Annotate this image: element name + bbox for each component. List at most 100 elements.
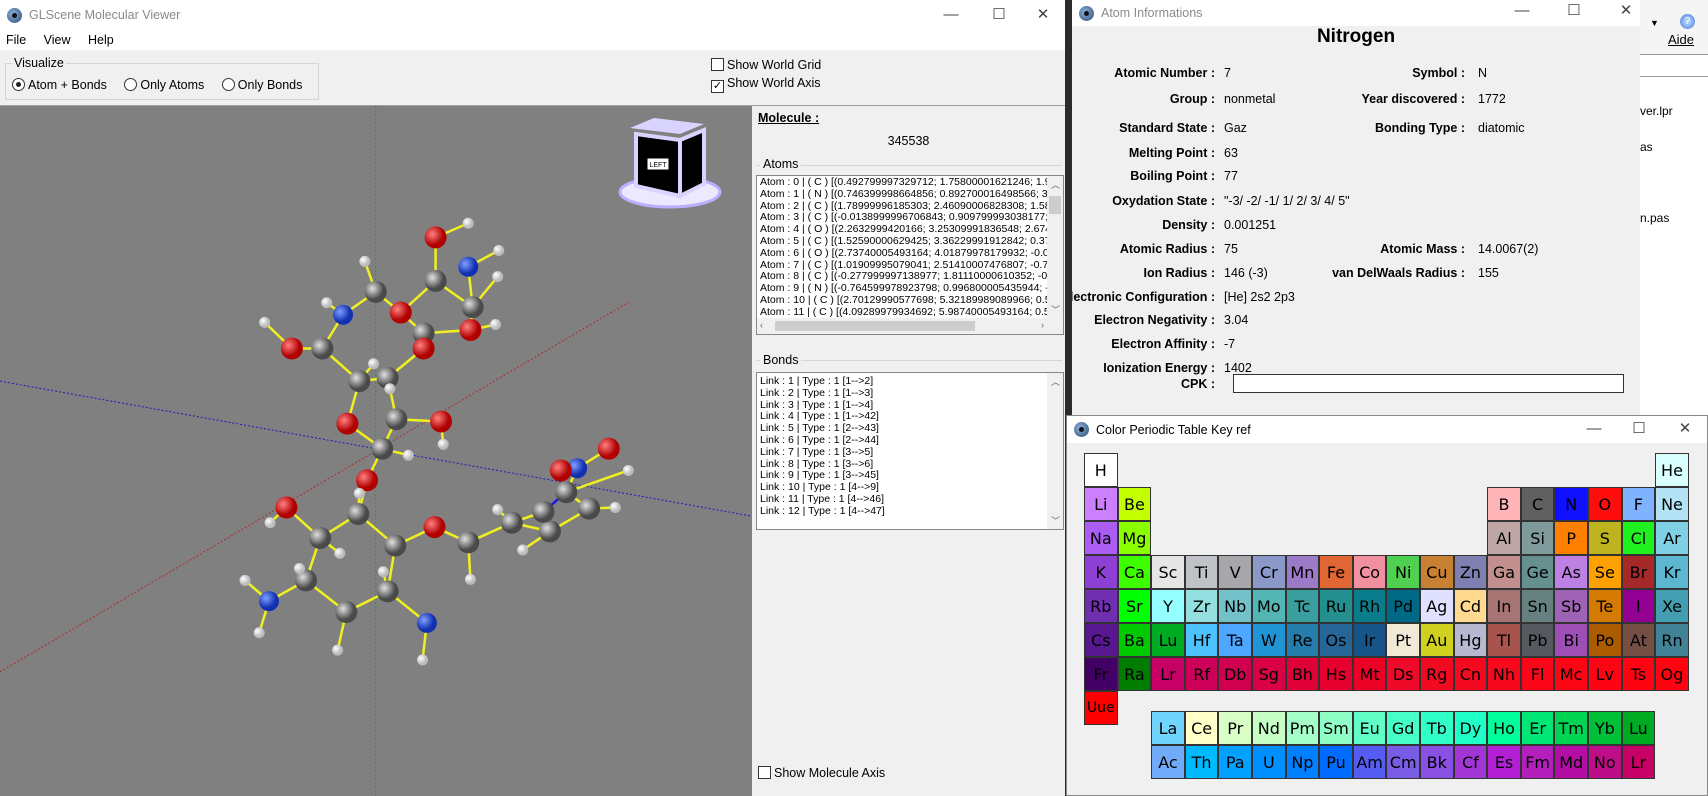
element-cell-ra[interactable]: Ra (1117, 657, 1152, 691)
element-cell-rf[interactable]: Rf (1184, 657, 1219, 691)
element-cell-ag[interactable]: Ag (1420, 589, 1454, 623)
element-cell-k[interactable]: K (1084, 555, 1118, 589)
element-cell-in[interactable]: In (1487, 589, 1521, 623)
help-button[interactable]: Aide (1668, 32, 1694, 47)
element-cell-si[interactable]: Si (1520, 521, 1555, 555)
element-cell-ho[interactable]: Ho (1487, 711, 1521, 745)
atom-list-item[interactable]: Atom : 6 | ( O ) [(2.73740005493164; 4.0… (757, 247, 1063, 260)
element-cell-s[interactable]: S (1588, 521, 1622, 555)
show-molecule-axis-checkbox[interactable]: Show Molecule Axis (758, 766, 885, 780)
element-cell-bh[interactable]: Bh (1285, 657, 1320, 691)
element-cell-mt[interactable]: Mt (1352, 657, 1387, 691)
atom-list-item[interactable]: Atom : 11 | ( C ) [(4.09289979934692; 5.… (757, 306, 1063, 319)
element-cell-lr[interactable]: Lr (1621, 745, 1656, 779)
element-cell-ts[interactable]: Ts (1621, 657, 1656, 691)
element-cell-v[interactable]: V (1218, 555, 1252, 589)
radio-only-atoms[interactable]: Only Atoms (124, 78, 204, 92)
element-cell-pd[interactable]: Pd (1386, 589, 1420, 623)
file-item[interactable]: as (1640, 140, 1653, 154)
dropdown-arrow-icon[interactable]: ▼ (1650, 18, 1659, 28)
bond-list-item[interactable]: Link : 6 | Type : 1 [2-->44] (757, 434, 1063, 447)
element-cell-i[interactable]: I (1621, 589, 1656, 623)
element-cell-fe[interactable]: Fe (1319, 555, 1353, 589)
element-cell-o[interactable]: O (1588, 487, 1622, 521)
show-world-grid-checkbox[interactable]: Show World Grid (711, 58, 821, 72)
element-cell-re[interactable]: Re (1285, 623, 1320, 657)
element-cell-at[interactable]: At (1621, 623, 1656, 657)
element-cell-rh[interactable]: Rh (1352, 589, 1387, 623)
element-cell-uue[interactable]: Uue (1084, 691, 1118, 725)
menu-file[interactable]: File (6, 33, 26, 47)
element-cell-dy[interactable]: Dy (1453, 711, 1488, 745)
atoms-vertical-scrollbar[interactable]: ︿ ﹀ (1047, 176, 1063, 334)
element-cell-as[interactable]: As (1554, 555, 1588, 589)
element-cell-te[interactable]: Te (1588, 589, 1622, 623)
element-cell-ac[interactable]: Ac (1151, 745, 1185, 779)
element-cell-li[interactable]: Li (1084, 487, 1118, 521)
menu-view[interactable]: View (44, 33, 71, 47)
show-world-axis-checkbox[interactable]: ✓ Show World Axis (711, 76, 821, 93)
element-cell-lu[interactable]: Lu (1151, 623, 1185, 657)
element-cell-fl[interactable]: Fl (1520, 657, 1555, 691)
element-cell-tc[interactable]: Tc (1285, 589, 1320, 623)
element-cell-np[interactable]: Np (1285, 745, 1320, 779)
element-cell-lu[interactable]: Lu (1621, 711, 1656, 745)
maximize-button[interactable]: ☐ (984, 5, 1014, 23)
element-cell-nh[interactable]: Nh (1487, 657, 1521, 691)
element-cell-po[interactable]: Po (1588, 623, 1622, 657)
element-cell-cd[interactable]: Cd (1453, 589, 1488, 623)
element-cell-f[interactable]: F (1621, 487, 1656, 521)
element-cell-lr[interactable]: Lr (1151, 657, 1185, 691)
atom-list-item[interactable]: Atom : 10 | ( C ) [(2.70129990577698; 5.… (757, 294, 1063, 307)
element-cell-ta[interactable]: Ta (1218, 623, 1252, 657)
element-cell-cm[interactable]: Cm (1386, 745, 1420, 779)
element-cell-cn[interactable]: Cn (1453, 657, 1488, 691)
atom-list-item[interactable]: Atom : 5 | ( C ) [(1.52590000629425; 3.3… (757, 235, 1063, 248)
element-cell-fm[interactable]: Fm (1520, 745, 1555, 779)
element-cell-sm[interactable]: Sm (1319, 711, 1353, 745)
element-cell-ce[interactable]: Ce (1184, 711, 1219, 745)
menu-help[interactable]: Help (88, 33, 114, 47)
file-item[interactable]: ver.lpr (1640, 104, 1673, 118)
element-cell-co[interactable]: Co (1352, 555, 1387, 589)
element-cell-b[interactable]: B (1487, 487, 1521, 521)
minimize-button[interactable]: — (936, 6, 966, 23)
element-cell-kr[interactable]: Kr (1655, 555, 1689, 589)
element-cell-ba[interactable]: Ba (1117, 623, 1152, 657)
element-cell-am[interactable]: Am (1352, 745, 1387, 779)
element-cell-pm[interactable]: Pm (1285, 711, 1320, 745)
element-cell-nb[interactable]: Nb (1218, 589, 1252, 623)
element-cell-pb[interactable]: Pb (1520, 623, 1555, 657)
element-cell-ru[interactable]: Ru (1319, 589, 1353, 623)
element-cell-pt[interactable]: Pt (1386, 623, 1420, 657)
element-cell-cs[interactable]: Cs (1084, 623, 1118, 657)
element-cell-no[interactable]: No (1588, 745, 1622, 779)
minimize-button[interactable]: — (1507, 2, 1537, 19)
element-cell-se[interactable]: Se (1588, 555, 1622, 589)
element-cell-bi[interactable]: Bi (1554, 623, 1588, 657)
element-cell-mn[interactable]: Mn (1285, 555, 1320, 589)
maximize-button[interactable]: ☐ (1559, 1, 1589, 19)
element-cell-db[interactable]: Db (1218, 657, 1252, 691)
element-cell-er[interactable]: Er (1520, 711, 1555, 745)
element-cell-zn[interactable]: Zn (1453, 555, 1488, 589)
bond-list-item[interactable]: Link : 2 | Type : 1 [1-->3] (757, 387, 1063, 400)
element-cell-lv[interactable]: Lv (1588, 657, 1622, 691)
element-cell-br[interactable]: Br (1621, 555, 1656, 589)
element-cell-fr[interactable]: Fr (1084, 657, 1118, 691)
close-button[interactable]: ✕ (1670, 419, 1700, 437)
element-cell-sc[interactable]: Sc (1151, 555, 1185, 589)
3d-viewport[interactable]: LEFT (0, 106, 752, 796)
element-cell-w[interactable]: W (1252, 623, 1286, 657)
element-cell-tb[interactable]: Tb (1420, 711, 1454, 745)
element-cell-eu[interactable]: Eu (1352, 711, 1387, 745)
element-cell-au[interactable]: Au (1420, 623, 1454, 657)
element-cell-xe[interactable]: Xe (1655, 589, 1689, 623)
element-cell-n[interactable]: N (1554, 487, 1588, 521)
element-cell-rg[interactable]: Rg (1420, 657, 1454, 691)
atoms-horizontal-scrollbar[interactable]: ‹ › (757, 318, 1047, 334)
minimize-button[interactable]: — (1579, 420, 1609, 437)
element-cell-md[interactable]: Md (1554, 745, 1588, 779)
close-button[interactable]: ✕ (1611, 1, 1640, 19)
element-cell-hf[interactable]: Hf (1184, 623, 1219, 657)
